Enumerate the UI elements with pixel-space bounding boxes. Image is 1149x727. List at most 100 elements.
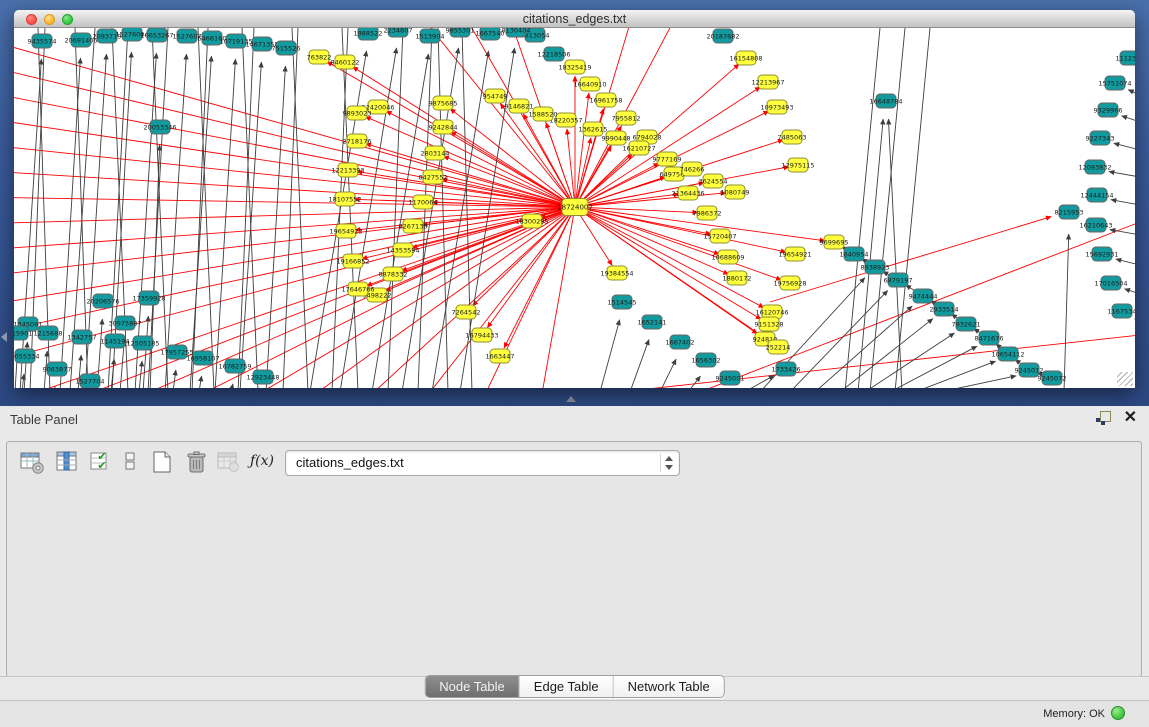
window-titlebar[interactable]: citations_edges.txt (14, 10, 1135, 28)
svg-text:18107552: 18107552 (328, 195, 361, 203)
graph-node[interactable]: 1514545 (608, 295, 637, 309)
graph-node[interactable]: 763822 (307, 50, 332, 64)
graph-node[interactable]: 8267130 (399, 219, 428, 233)
graph-node[interactable]: 1667540 (476, 28, 505, 40)
svg-text:16154808: 16154808 (729, 54, 762, 62)
graph-node[interactable]: 16961758 (589, 93, 622, 107)
graph-node[interactable]: 1513904 (416, 29, 445, 43)
network-canvas[interactable]: 18724007 18325419 16640910 16961758 7955812 1… (14, 28, 1135, 388)
graph-node[interactable]: 12975115 (781, 158, 814, 172)
graph-node[interactable]: 9435574 (28, 34, 57, 48)
graph-node[interactable]: 19654923 (329, 224, 362, 238)
svg-text:30975887: 30975887 (108, 319, 141, 327)
graph-node[interactable]: 1667402 (666, 335, 695, 349)
graph-node[interactable]: 1167534 (1108, 304, 1135, 318)
select-all-icon[interactable]: ✔ ✔ (89, 451, 115, 475)
graph-node[interactable]: 8878332 (379, 267, 408, 281)
graph-node[interactable]: 7986372 (693, 206, 722, 220)
graph-node[interactable]: 19166852 (336, 254, 369, 268)
graph-node[interactable]: 9699695 (820, 235, 849, 249)
graph-node[interactable]: 1652141 (638, 315, 667, 329)
graph-node[interactable]: 1663447 (486, 349, 515, 363)
graph-node[interactable]: 16154808 (729, 51, 762, 65)
row-height-icon[interactable] (122, 451, 138, 475)
delete-table-icon[interactable] (184, 451, 210, 477)
tab-network-table[interactable]: Network Table (614, 676, 724, 697)
graph-node[interactable]: 19384554 (600, 266, 633, 280)
graph-node[interactable]: 18107552 (328, 192, 361, 206)
graph-node[interactable]: 20187682 (706, 29, 739, 43)
graph-node[interactable]: 1527704 (76, 374, 105, 388)
graph-node[interactable]: 1112304 (1116, 51, 1135, 65)
window-resize-grip[interactable] (1117, 372, 1133, 386)
graph-node[interactable]: 12213967 (751, 75, 784, 89)
graph-node[interactable]: 12093832 (1078, 160, 1111, 174)
graph-node[interactable]: 1080749 (721, 185, 750, 199)
graph-node[interactable]: 7955812 (612, 111, 641, 125)
graph-node[interactable]: 7932621 (952, 317, 981, 331)
graph-node[interactable]: 8215953 (1055, 205, 1084, 219)
graph-node[interactable]: 15751074 (1098, 76, 1131, 90)
graph-node[interactable]: 1988522 (354, 28, 383, 40)
graph-node[interactable]: 2234807 (384, 28, 413, 37)
graph-node[interactable]: 10973493 (760, 100, 793, 114)
show-column-icon[interactable] (55, 451, 81, 475)
graph-node[interactable]: 2055334 (14, 349, 39, 363)
panel-collapse-arrow-icon[interactable] (1, 332, 7, 342)
graph-node[interactable]: 8471676 (975, 331, 1004, 345)
graph-node[interactable]: 2933514 (930, 302, 959, 316)
tab-edge-table[interactable]: Edge Table (520, 676, 614, 697)
graph-node[interactable]: 8938923 (861, 260, 890, 274)
graph-node[interactable]: 10654112 (991, 347, 1024, 361)
create-table-icon[interactable] (150, 451, 176, 477)
network-file-select[interactable]: citations_edges.txt (285, 450, 680, 476)
graph-node[interactable]: 746266 (680, 162, 705, 176)
tab-node-table[interactable]: Node Table (425, 676, 520, 697)
graph-node[interactable]: 19756928 (773, 276, 806, 290)
graph-node[interactable]: 9474444 (909, 289, 938, 303)
graph-node[interactable]: 1640954 (840, 247, 869, 261)
graph-node[interactable]: 15692931 (1085, 247, 1118, 261)
graph-node[interactable]: 30975887 (108, 316, 141, 330)
graph-node[interactable]: 252214 (766, 340, 791, 354)
graph-node[interactable]: 2803144 (421, 146, 450, 160)
graph-node[interactable]: 12444154 (1080, 188, 1113, 202)
graph-node[interactable]: 8460122 (331, 55, 360, 69)
function-builder-icon[interactable]: ƒ(x) (250, 453, 274, 469)
svg-text:16961758: 16961758 (589, 96, 622, 104)
graph-node[interactable]: 3624554 (699, 174, 728, 188)
table-settings-icon[interactable] (20, 451, 46, 475)
graph-node[interactable]: 9063877 (43, 362, 72, 376)
close-panel-icon[interactable]: ✕ (1124, 409, 1137, 427)
graph-node[interactable]: 1733426 (772, 362, 801, 376)
graph-node[interactable]: 18325419 (558, 60, 591, 74)
graph-node[interactable]: 6879197 (884, 273, 913, 287)
graph-node[interactable]: 9245001 (716, 371, 745, 385)
graph-node[interactable]: 954749 (483, 89, 508, 103)
graph-node[interactable]: 9227343 (1086, 131, 1115, 145)
svg-text:2718176: 2718176 (343, 137, 372, 145)
splitter-handle-icon[interactable] (566, 396, 576, 402)
graph-node[interactable]: 17359928 (132, 291, 165, 305)
graph-node[interactable]: 7485063 (778, 130, 807, 144)
graph-node[interactable]: 9855301 (446, 28, 475, 37)
graph-node[interactable]: 16210643 (1079, 218, 1112, 232)
graph-node[interactable]: 19654921 (778, 247, 811, 261)
graph-node[interactable]: 14353594 (386, 243, 419, 257)
graph-node[interactable]: 18724007 (557, 199, 593, 216)
graph-node[interactable]: 12218506 (537, 47, 570, 61)
graph-node[interactable]: 1342757 (68, 330, 97, 344)
graph-node[interactable]: 20053346 (143, 120, 176, 134)
graph-node[interactable]: 9242844 (429, 120, 458, 134)
graph-node[interactable]: 9875685 (429, 96, 458, 110)
memory-status-indicator[interactable] (1111, 706, 1125, 720)
graph-node[interactable]: 17016504 (1094, 276, 1127, 290)
graph-node[interactable]: 16782759 (218, 359, 251, 373)
graph-node[interactable]: 12505185 (126, 336, 159, 350)
graph-node[interactable]: 1656302 (692, 353, 721, 367)
graph-node[interactable]: 12923448 (246, 370, 279, 384)
graph-node[interactable]: 16640910 (573, 77, 606, 91)
float-panel-icon[interactable] (1096, 411, 1111, 425)
graph-node[interactable]: 9329966 (1094, 103, 1123, 117)
graph-node[interactable]: 10688609 (711, 250, 744, 264)
